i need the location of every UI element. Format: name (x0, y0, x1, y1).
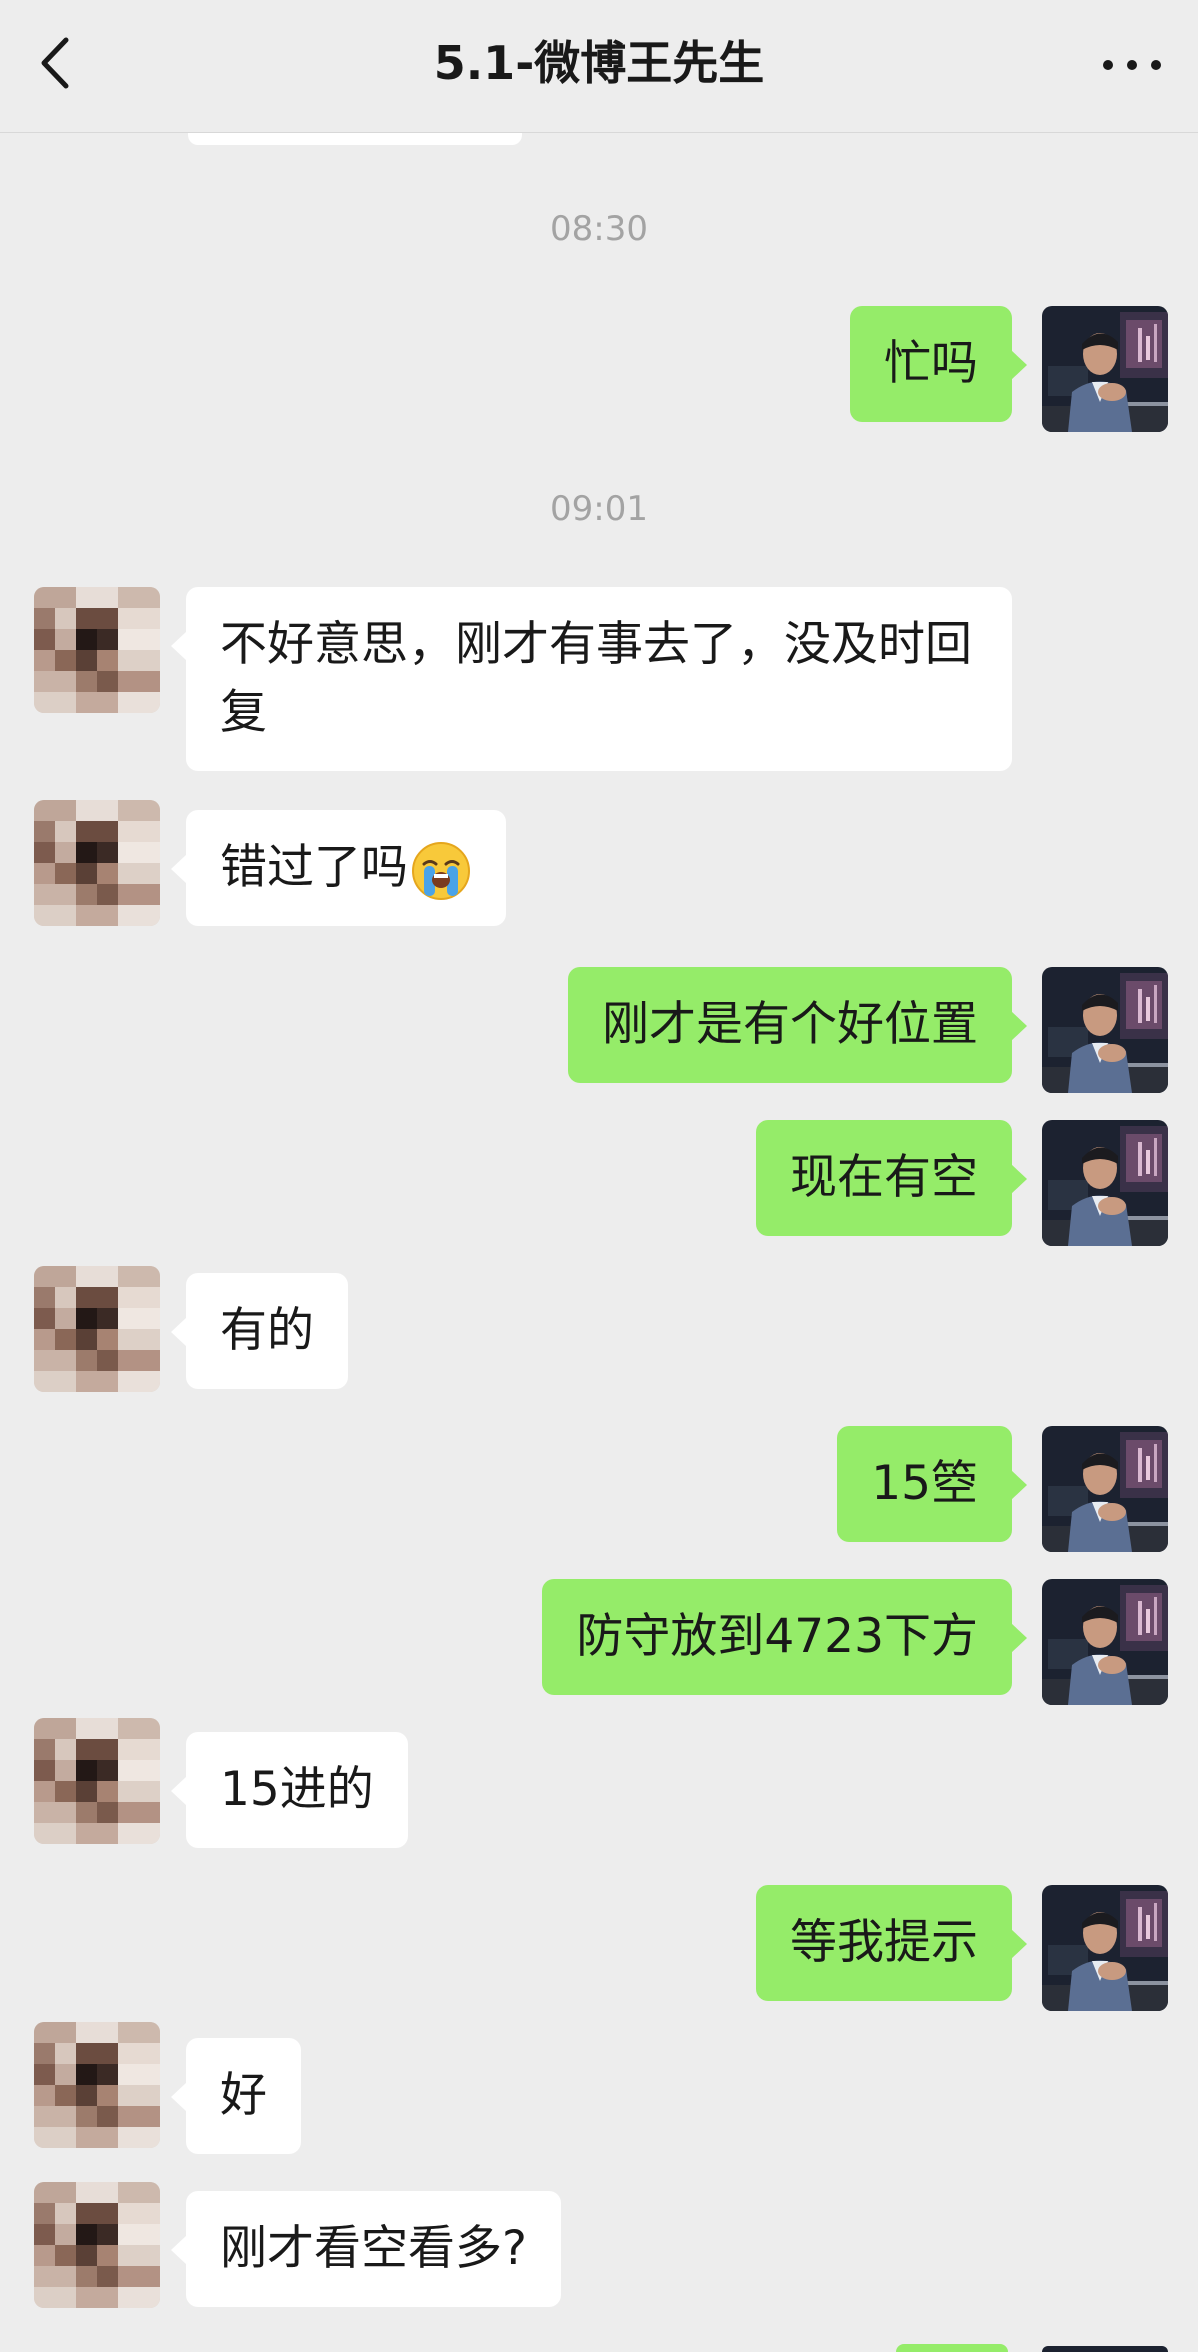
avatar-image (1042, 1885, 1168, 2011)
avatar-image (1042, 1120, 1168, 1246)
message-list[interactable]: 08:30 忙吗 09:01 不好意思，刚才有事去了，没及时回复 错过了吗 刚才… (0, 133, 1198, 2352)
chat-title: 5.1-微博王先生 (433, 36, 765, 90)
loudly-crying-face-icon (412, 841, 470, 900)
message-bubble-received[interactable]: 不好意思，刚才有事去了，没及时回复 (171, 587, 1012, 771)
message-text: 错过了吗 (220, 840, 408, 895)
chat-header: 5.1-微博王先生 (0, 0, 1198, 133)
timestamp: 09:01 (550, 489, 648, 529)
avatar-self[interactable] (1042, 1579, 1168, 1705)
avatar-self[interactable] (1042, 306, 1168, 432)
message-bubble-sent[interactable]: 刚才是有个好位置 (568, 967, 1027, 1083)
partial-bubble (896, 2344, 1008, 2352)
avatar-image (1042, 967, 1168, 1093)
message-bubble-received[interactable]: 好 (171, 2038, 301, 2154)
message-bubble-sent[interactable]: 忙吗 (850, 306, 1027, 422)
avatar-image (34, 1266, 160, 1392)
message-bubble-sent[interactable]: 15箜 (837, 1426, 1027, 1542)
avatar-image (34, 2022, 160, 2148)
avatar-image (34, 1718, 160, 1844)
avatar-contact[interactable] (34, 2022, 160, 2148)
message-bubble-sent[interactable]: 现在有空 (756, 1120, 1027, 1236)
avatar-image (34, 587, 160, 713)
avatar-contact[interactable] (34, 1718, 160, 1844)
message-bubble-sent[interactable]: 防守放到4723下方 (542, 1579, 1027, 1695)
avatar-contact[interactable] (34, 587, 160, 713)
avatar-self[interactable] (1042, 967, 1168, 1093)
message-bubble-received[interactable]: 刚才看空看多? (171, 2191, 561, 2307)
partial-bubble (188, 133, 522, 145)
partial-avatar (1042, 2346, 1168, 2352)
avatar-image (34, 800, 160, 926)
avatar-contact[interactable] (34, 2182, 160, 2308)
avatar-self[interactable] (1042, 1120, 1168, 1246)
message-bubble-received[interactable]: 有的 (171, 1273, 348, 1389)
avatar-self[interactable] (1042, 1885, 1168, 2011)
message-bubble-received[interactable]: 15进的 (171, 1732, 408, 1848)
more-horizontal-icon (1103, 60, 1161, 70)
avatar-image (1042, 306, 1168, 432)
avatar-image (34, 2182, 160, 2308)
message-bubble-sent[interactable]: 等我提示 (756, 1885, 1027, 2001)
avatar-image (1042, 1579, 1168, 1705)
timestamp: 08:30 (550, 209, 648, 249)
avatar-contact[interactable] (34, 800, 160, 926)
avatar-self[interactable] (1042, 1426, 1168, 1552)
avatar-image (1042, 1426, 1168, 1552)
message-bubble-received[interactable]: 错过了吗 (171, 810, 506, 926)
more-button[interactable] (1094, 40, 1170, 90)
avatar-contact[interactable] (34, 1266, 160, 1392)
